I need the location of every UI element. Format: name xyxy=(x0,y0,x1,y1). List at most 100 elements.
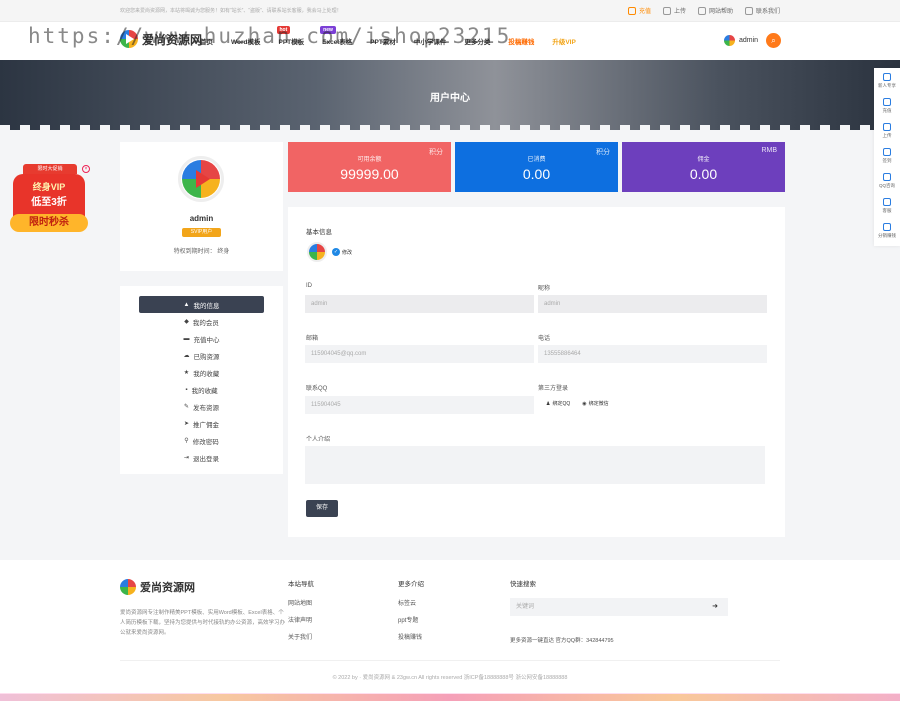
nav-item-courseware[interactable]: 中小学课件 xyxy=(414,36,447,46)
banner-wave xyxy=(0,125,900,130)
bind-wechat-button[interactable]: ◉ 绑定微信 xyxy=(582,400,609,408)
bind-qq-label: 绑定QQ xyxy=(552,401,571,407)
id-label: ID xyxy=(306,283,312,289)
bind-qq-button[interactable]: ♟ 绑定QQ xyxy=(546,400,571,408)
copyright: © 2022 by · 爱尚资源网 & 23gw.cn All rights r… xyxy=(332,675,568,681)
upload-link[interactable]: 上传 xyxy=(662,6,686,15)
footer-search-input[interactable]: 关键词 ➜ xyxy=(510,598,728,616)
site-logo[interactable]: 爱尚资源网 xyxy=(120,30,202,48)
footer-search-title: 快速搜索 xyxy=(510,581,536,588)
side-item-purchased[interactable]: ☁ 已购资源 xyxy=(139,347,264,364)
cloud-icon: ☁ xyxy=(183,353,190,359)
contact-qq-field[interactable]: 115904045 xyxy=(305,396,534,414)
side-item-logout[interactable]: ⇥ 退出登录 xyxy=(139,449,264,466)
promo-badge[interactable]: 限时大促销 终身VIP 低至3折 限时秒杀 × xyxy=(10,162,90,242)
page-title: 用户中心 xyxy=(430,93,470,104)
qq-icon: ♟ xyxy=(546,400,551,407)
nav-item-vip[interactable]: 升级VIP xyxy=(552,36,575,46)
side-item-commission[interactable]: ➤ 推广佣金 xyxy=(139,415,264,432)
side-item-favorites[interactable]: ★ 我的收藏 xyxy=(139,364,264,381)
side-item-favorites-2[interactable]: ▪ 我的收藏 xyxy=(139,381,264,398)
tool-qq[interactable]: QQ咨询 xyxy=(874,168,900,193)
avatar[interactable] xyxy=(307,242,327,262)
nav-item-more[interactable]: 更多分类 xyxy=(464,36,490,46)
page-footer: 爱尚资源网 爱尚资源网专注制作精美PPT模板、实用Word模板、Excel表格、… xyxy=(0,560,900,701)
key-icon: ⚲ xyxy=(184,438,189,444)
logo-text: 爱尚资源网 xyxy=(142,32,203,47)
side-item-membership[interactable]: ◆ 我的会员 xyxy=(139,313,264,330)
footer-link-sitemap[interactable]: 网站地图 xyxy=(288,598,314,607)
user-menu[interactable]: admin xyxy=(724,35,758,46)
footer-link-legal[interactable]: 法律声明 xyxy=(288,615,314,624)
email-label: 邮箱 xyxy=(306,336,319,342)
side-item-recharge[interactable]: ▬ 充值中心 xyxy=(139,330,264,347)
stat-commission-card: RMB 佣金 0.00 xyxy=(622,142,785,192)
bind-wechat-label: 绑定微信 xyxy=(588,401,609,407)
tool-service[interactable]: 客服 xyxy=(874,193,900,218)
phone-field[interactable]: 13555886464 xyxy=(538,345,767,363)
upload-icon xyxy=(662,6,671,15)
footer-link-tags[interactable]: 标签云 xyxy=(398,598,424,607)
tool-upload[interactable]: 上传 xyxy=(874,118,900,143)
nav-item-ppt-material[interactable]: PPT素材 xyxy=(370,36,396,46)
tool-distribution[interactable]: 分销赚钱 xyxy=(874,218,900,243)
contact-label: 联系我们 xyxy=(755,9,780,15)
nav-item-home[interactable]: 首页 xyxy=(200,36,213,46)
side-item-publish[interactable]: ✎ 发布资源 xyxy=(139,398,264,415)
promo-bottom: 限时秒杀 xyxy=(10,214,88,232)
tool-signin[interactable]: 签到 xyxy=(874,143,900,168)
contact-qq-label: 联系QQ xyxy=(306,386,328,392)
page-banner: 用户中心 xyxy=(0,60,900,130)
tool-label: 签到 xyxy=(882,157,892,163)
stat-spent-card: 积分 已消费 0.00 xyxy=(455,142,618,192)
edit-avatar-button[interactable]: ✓ 修改 xyxy=(332,248,352,256)
email-field[interactable]: 115904045@qq.com xyxy=(305,345,534,363)
promo-line1: 终身VIP xyxy=(32,182,66,192)
intro-textarea[interactable] xyxy=(305,446,765,484)
footer-gradient-bar xyxy=(0,693,900,701)
nav-menu: 首页 Word模板 hot PPT模板 new Excel表格 PPT素材 中小学课… xyxy=(200,26,576,46)
tool-recharge[interactable]: 充值 xyxy=(874,93,900,118)
side-item-my-info[interactable]: ▲ 我的信息 xyxy=(139,296,264,313)
stat-value: 0.00 xyxy=(522,166,551,182)
close-icon[interactable]: × xyxy=(82,165,90,173)
nav-item-excel[interactable]: new Excel表格 xyxy=(320,26,353,46)
side-item-label: 发布资源 xyxy=(193,404,220,412)
tool-new-user[interactable]: 新人专享 xyxy=(874,68,900,93)
side-item-label: 退出登录 xyxy=(193,455,220,463)
gift-icon xyxy=(883,72,891,81)
send-icon: ➤ xyxy=(183,421,190,427)
search-icon[interactable]: ⌕ xyxy=(766,33,781,48)
help-link[interactable]: 网站帮助 xyxy=(697,6,733,15)
nav-item-ppt[interactable]: hot PPT模板 xyxy=(276,26,304,46)
nickname-field[interactable]: admin xyxy=(538,295,767,313)
help-icon xyxy=(697,6,706,15)
footer-link-contribute[interactable]: 投稿赚钱 xyxy=(398,632,424,641)
nav-item-excel-label: Excel表格 xyxy=(322,39,353,46)
wallet-icon xyxy=(627,6,636,15)
stat-label: 可用余额 xyxy=(357,157,382,163)
footer-link-ppt-topic[interactable]: ppt专题 xyxy=(398,615,424,624)
footer-logo[interactable]: 爱尚资源网 xyxy=(120,579,195,595)
upload-icon xyxy=(883,122,891,131)
arrow-right-icon[interactable]: ➜ xyxy=(712,598,718,616)
logout-icon: ⇥ xyxy=(183,455,190,461)
nav-item-earn[interactable]: 投稿赚钱 xyxy=(508,36,534,46)
expire-text: 特权到期时间： 终身 xyxy=(173,249,230,255)
footer-search-column: 快速搜索 xyxy=(510,578,536,598)
promo-top: 限时大促销 xyxy=(23,164,77,174)
file-icon: ▪ xyxy=(185,386,188,393)
username: admin xyxy=(739,37,759,44)
avatar xyxy=(178,156,224,202)
side-item-password[interactable]: ⚲ 修改密码 xyxy=(139,432,264,449)
footer-link-about[interactable]: 关于我们 xyxy=(288,632,314,641)
diamond-icon: ◆ xyxy=(184,319,189,325)
footer-divider xyxy=(120,660,780,661)
recharge-link[interactable]: 充值 xyxy=(627,6,651,15)
save-button[interactable]: 保存 xyxy=(306,500,338,517)
stat-unit: RMB xyxy=(761,147,777,154)
tool-label: 上传 xyxy=(882,132,892,138)
contact-link[interactable]: 联系我们 xyxy=(744,6,780,15)
side-item-label: 推广佣金 xyxy=(193,421,220,429)
nav-item-word[interactable]: Word模板 xyxy=(231,36,261,46)
